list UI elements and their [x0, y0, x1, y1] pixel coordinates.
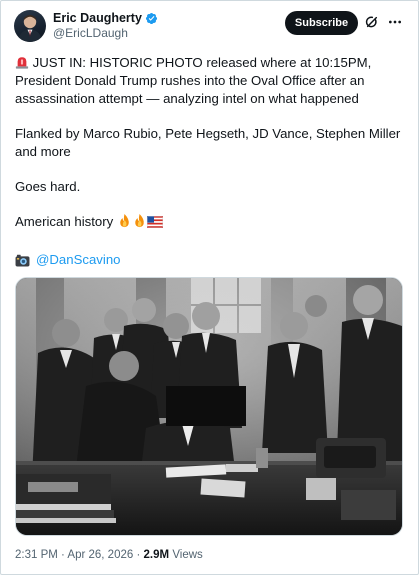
meta-separator: · [136, 549, 141, 561]
views-count[interactable]: 2.9M [144, 549, 170, 561]
tweet-line-2: Flanked by Marco Rubio, Pete Hegseth, JD… [15, 126, 401, 159]
views-label: Views [172, 549, 203, 561]
tweet-timestamp[interactable]: 2:31 PM · Apr 26, 2026 [15, 549, 133, 561]
subscribe-button[interactable]: Subscribe [285, 11, 358, 35]
tweet-line-1: JUST IN: HISTORIC PHOTO released where a… [15, 55, 372, 106]
author-info: Eric Daugherty @EricLDaugh [53, 10, 158, 41]
tweet-line-4: American history [15, 214, 114, 229]
camera-emoji-icon [15, 254, 30, 267]
avatar-image [18, 15, 42, 42]
tweet-text: JUST IN: HISTORIC PHOTO released where a… [15, 54, 410, 231]
author-display-name[interactable]: Eric Daugherty [53, 10, 142, 26]
fire-emoji-icon [135, 213, 144, 228]
author-handle[interactable]: @EricLDaugh [53, 26, 158, 41]
photo-credit: @DanScavino [15, 251, 121, 269]
verified-badge-icon[interactable] [145, 12, 158, 25]
fire-emoji-icon [120, 213, 129, 228]
tweet-paragraph-4: American history [15, 213, 410, 231]
rotating-light-emoji-icon [15, 57, 29, 69]
tweet-paragraph-1: JUST IN: HISTORIC PHOTO released where a… [15, 54, 410, 108]
credit-mention-link[interactable]: @DanScavino [36, 251, 121, 269]
more-options-icon[interactable] [386, 14, 404, 30]
grok-icon[interactable] [364, 14, 380, 30]
tweet-line-3: Goes hard. [15, 179, 81, 194]
tweet-photo[interactable] [15, 277, 403, 536]
author-name-row[interactable]: Eric Daugherty [53, 10, 158, 26]
oval-office-photo-image [16, 278, 402, 535]
author-avatar[interactable] [14, 10, 46, 42]
us-flag-emoji-icon [146, 216, 163, 228]
tweet-meta: 2:31 PM · Apr 26, 2026 · 2.9M Views [15, 548, 203, 563]
